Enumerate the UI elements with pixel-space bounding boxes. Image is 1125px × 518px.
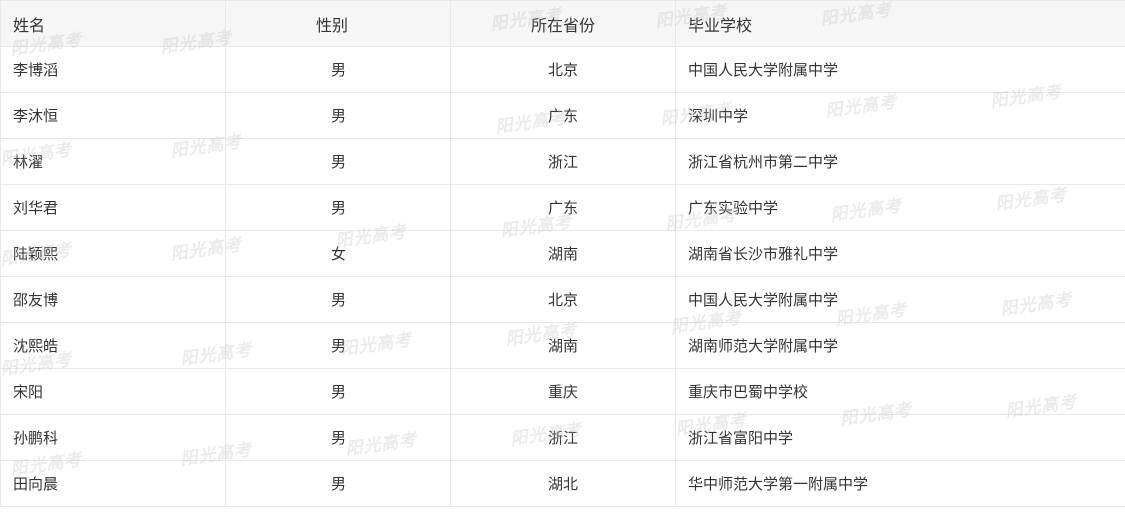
cell-province: 浙江 — [450, 414, 676, 461]
table-row: 李沐恒男广东 深圳中学 — [0, 92, 1125, 139]
cell-province: 北京 — [450, 46, 676, 93]
cell-province: 广东 — [450, 184, 676, 231]
header-school: 毕业学校 — [675, 0, 1125, 47]
table-row: 宋阳男重庆 重庆市巴蜀中学校 — [0, 368, 1125, 415]
cell-gender: 男 — [225, 92, 451, 139]
cell-gender: 男 — [225, 322, 451, 369]
table-row: 李博滔男北京 中国人民大学附属中学 — [0, 46, 1125, 93]
header-gender: 性别 — [225, 0, 451, 47]
table-row: 沈熙皓男湖南 湖南师范大学附属中学 — [0, 322, 1125, 369]
cell-gender: 男 — [225, 414, 451, 461]
table-body: 李博滔男北京 中国人民大学附属中学 李沐恒男广东 深圳中学 林濯男浙江 浙江省杭州市第二中… — [0, 46, 1125, 507]
cell-school: 浙江省杭州市第二中学 — [675, 138, 1125, 185]
cell-school: 重庆市巴蜀中学校 — [675, 368, 1125, 415]
cell-name: 田向晨 — [0, 460, 226, 507]
cell-school: 广东实验中学 — [675, 184, 1125, 231]
cell-school: 华中师范大学第一附属中学 — [675, 460, 1125, 507]
cell-gender: 男 — [225, 46, 451, 93]
cell-province: 广东 — [450, 92, 676, 139]
cell-province: 浙江 — [450, 138, 676, 185]
cell-school: 深圳中学 — [675, 92, 1125, 139]
cell-name: 李沐恒 — [0, 92, 226, 139]
header-name: 姓名 — [0, 0, 226, 47]
cell-name: 林濯 — [0, 138, 226, 185]
cell-province: 重庆 — [450, 368, 676, 415]
cell-name: 陆颖熙 — [0, 230, 226, 277]
cell-name: 邵友博 — [0, 276, 226, 323]
cell-gender: 男 — [225, 368, 451, 415]
cell-gender: 男 — [225, 184, 451, 231]
cell-gender: 男 — [225, 276, 451, 323]
cell-school: 中国人民大学附属中学 — [675, 46, 1125, 93]
cell-province: 湖南 — [450, 230, 676, 277]
cell-province: 湖北 — [450, 460, 676, 507]
cell-school: 中国人民大学附属中学 — [675, 276, 1125, 323]
table-row: 孙鹏科男浙江 浙江省富阳中学 — [0, 414, 1125, 461]
table-row: 林濯男浙江 浙江省杭州市第二中学 — [0, 138, 1125, 185]
cell-name: 沈熙皓 — [0, 322, 226, 369]
table-row: 邵友博男北京 中国人民大学附属中学 — [0, 276, 1125, 323]
header-row: 姓名 性别 所在省份 毕业学校 — [0, 0, 1125, 47]
cell-gender: 男 — [225, 138, 451, 185]
table-row: 陆颖熙女湖南 湖南省长沙市雅礼中学 — [0, 230, 1125, 277]
cell-province: 北京 — [450, 276, 676, 323]
cell-gender: 男 — [225, 460, 451, 507]
cell-province: 湖南 — [450, 322, 676, 369]
cell-gender: 女 — [225, 230, 451, 277]
cell-name: 李博滔 — [0, 46, 226, 93]
table-row: 刘华君男广东 广东实验中学 — [0, 184, 1125, 231]
cell-name: 孙鹏科 — [0, 414, 226, 461]
table-row: 田向晨男湖北 华中师范大学第一附属中学 — [0, 460, 1125, 507]
table-header: 姓名 性别 所在省份 毕业学校 — [0, 0, 1125, 47]
header-province: 所在省份 — [450, 0, 676, 47]
cell-name: 宋阳 — [0, 368, 226, 415]
cell-school: 浙江省富阳中学 — [675, 414, 1125, 461]
cell-school: 湖南省长沙市雅礼中学 — [675, 230, 1125, 277]
student-table: 姓名 性别 所在省份 毕业学校 李博滔男北京 中国人民大学附属中学 李沐恒男广东 深圳… — [0, 0, 1125, 507]
cell-school: 湖南师范大学附属中学 — [675, 322, 1125, 369]
cell-name: 刘华君 — [0, 184, 226, 231]
